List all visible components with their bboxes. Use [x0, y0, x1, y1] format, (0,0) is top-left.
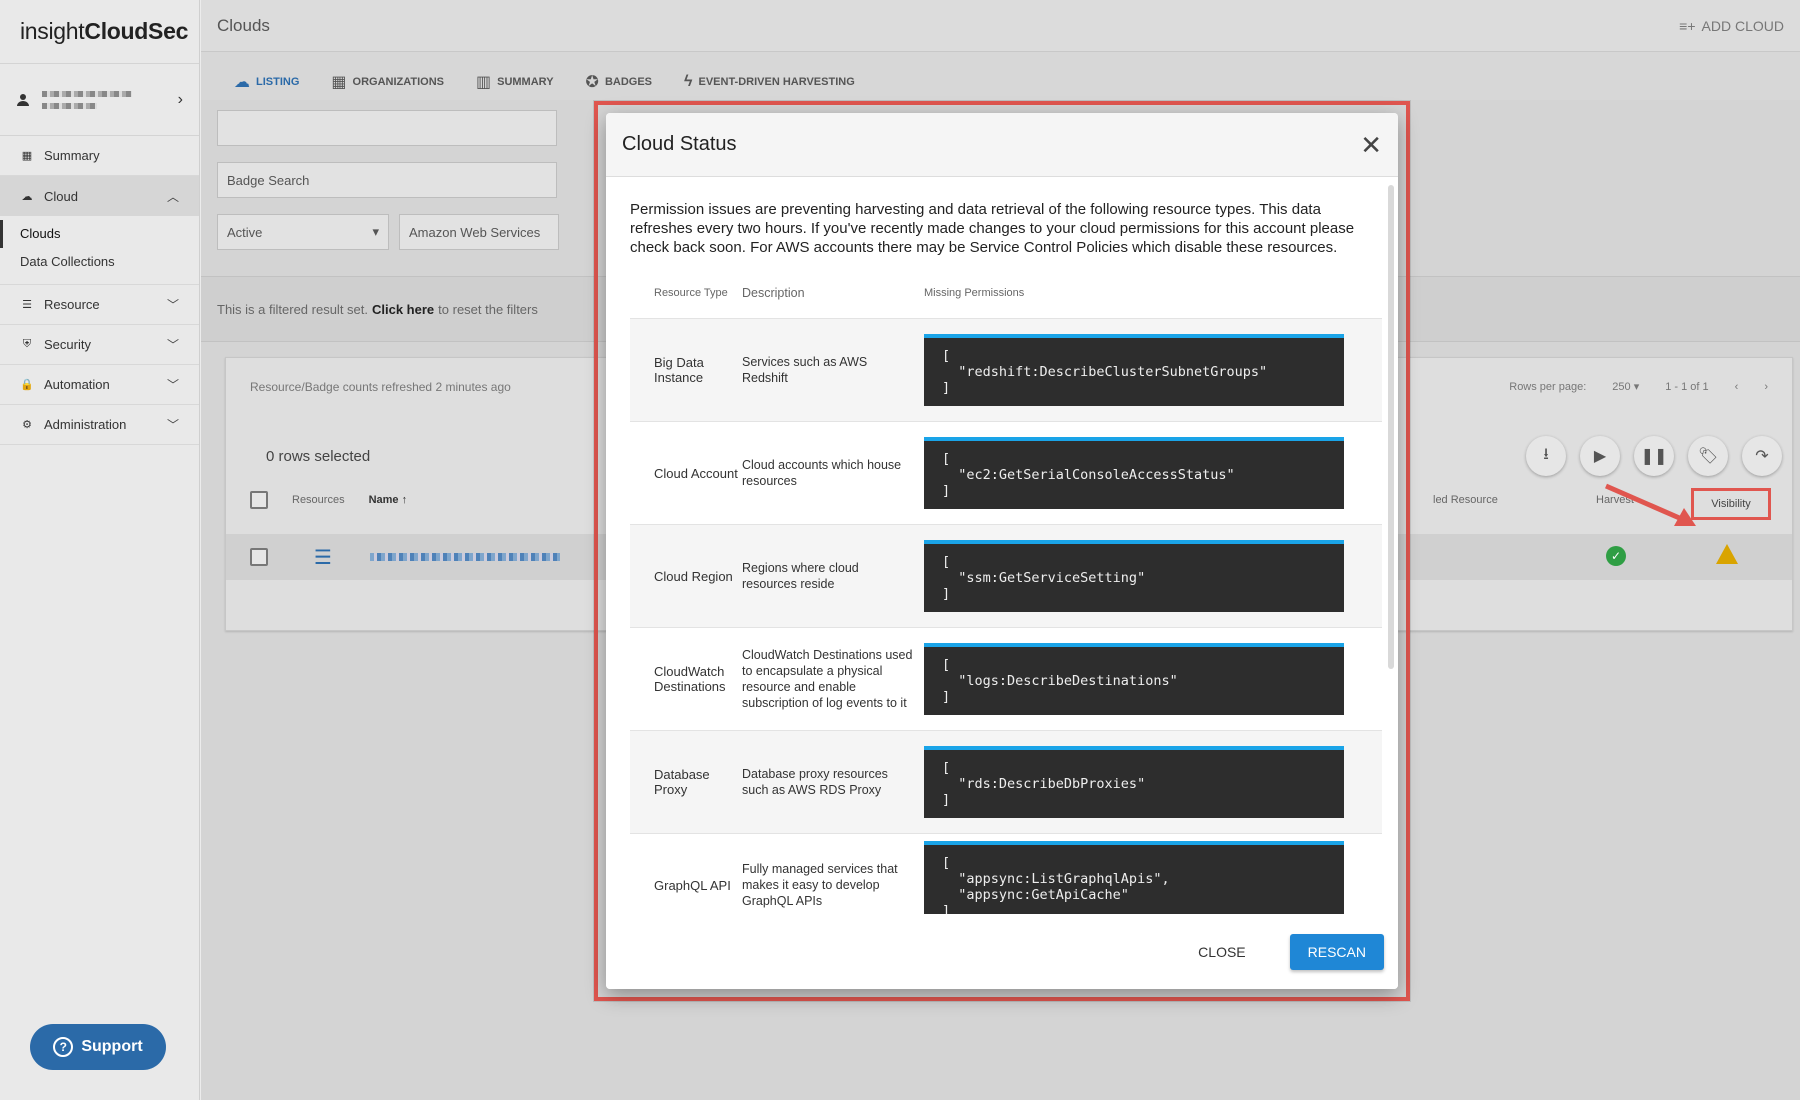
user-icon [17, 93, 29, 106]
caret-down-icon: ▾ [372, 224, 379, 239]
missing-permissions-code: [ "ssm:GetServiceSetting" ] [924, 540, 1344, 612]
row-checkbox[interactable] [250, 548, 268, 566]
permission-row: Cloud Region Regions where cloud resourc… [630, 525, 1382, 628]
lock-icon: 🔒 [20, 379, 34, 391]
select-all-checkbox[interactable] [250, 491, 268, 509]
refresh-status: Resource/Badge counts refreshed 2 minute… [250, 380, 511, 394]
permission-row: Big Data Instance Services such as AWS R… [630, 319, 1382, 422]
redo-icon[interactable]: ↷ [1742, 436, 1782, 476]
close-icon[interactable]: ✕ [1360, 132, 1382, 158]
modal-highlight-frame: Cloud Status ✕ Permission issues are pre… [594, 101, 1410, 1001]
missing-permissions-code: [ "ec2:GetSerialConsoleAccessStatus" ] [924, 437, 1344, 509]
missing-permissions-code: [ "logs:DescribeDestinations" ] [924, 643, 1344, 715]
grid-icon: ▦ [21, 150, 33, 162]
cloud-status-dialog: Cloud Status ✕ Permission issues are pre… [606, 113, 1398, 989]
tab-summary[interactable]: ▥ SUMMARY [476, 68, 554, 96]
question-icon: ? [53, 1037, 74, 1057]
bulk-actions: ⭳ ▶ ❚❚ 🏷 ↷ [1526, 436, 1782, 476]
chevron-up-icon: ︿ [166, 189, 179, 204]
cloud-name-redacted[interactable] [369, 553, 560, 561]
rows-per-page-select[interactable]: 250 ▾ [1612, 380, 1639, 393]
dialog-body: Permission issues are preventing harvest… [606, 178, 1398, 914]
tab-badges[interactable]: ✪ BADGES [586, 68, 652, 96]
sidebar-item-clouds[interactable]: Clouds [0, 220, 199, 248]
user-name-redacted [42, 85, 178, 115]
tab-listing[interactable]: ☁ LISTING [234, 68, 299, 96]
permission-row: GraphQL API Fully managed services that … [630, 834, 1382, 914]
sidebar-item-summary[interactable]: ▦ Summary [0, 136, 199, 176]
page-title: Clouds [217, 15, 270, 35]
dialog-title: Cloud Status [622, 133, 737, 155]
dialog-scrollbar[interactable] [1388, 185, 1394, 669]
sidebar-item-data-collections[interactable]: Data Collections [0, 248, 199, 276]
chevron-down-icon: ﹀ [166, 338, 179, 352]
permissions-header: Resource Type Description Missing Permis… [630, 267, 1382, 319]
gear-icon: ⚙ [22, 419, 32, 431]
harvest-ok-icon: ✓ [1606, 546, 1626, 566]
sidebar-nav: ▦ Summary ☁ Cloud ︿ Clouds Data Collecti… [0, 136, 199, 445]
sidebar-item-resource[interactable]: ☰ Resource ﹀ [0, 285, 199, 325]
cloud-icon: ☁ [21, 190, 33, 203]
sidebar-item-security[interactable]: ⛨ Security ﹀ [0, 325, 199, 365]
chevron-down-icon: ﹀ [166, 298, 179, 312]
support-button[interactable]: ? Support [30, 1024, 166, 1070]
annotation-arrow [1605, 483, 1696, 526]
rescan-button[interactable]: RESCAN [1289, 934, 1384, 970]
visibility-column-highlight: Visibility [1691, 488, 1771, 520]
tab-event-driven-harvesting[interactable]: ϟ EVENT-DRIVEN HARVESTING [684, 68, 855, 96]
provider-select[interactable]: Amazon Web Services [399, 214, 559, 250]
search-input[interactable] [217, 110, 557, 146]
add-cloud-button[interactable]: ≡+ ADD CLOUD [1679, 18, 1784, 34]
sidebar-item-administration[interactable]: ⚙ Administration ﹀ [0, 405, 199, 445]
missing-permissions-code: [ "appsync:ListGraphqlApis", "appsync:Ge… [924, 841, 1344, 914]
missing-permissions-code: [ "rds:DescribeDbProxies" ] [924, 746, 1344, 818]
chevron-down-icon: ﹀ [166, 378, 179, 392]
status-select[interactable]: Active ▾ [217, 214, 389, 250]
badge-search-input[interactable]: Badge Search [217, 162, 557, 198]
lightning-icon: ϟ [684, 73, 693, 90]
playlist-add-icon: ≡+ [1679, 17, 1696, 34]
dialog-header: Cloud Status ✕ [606, 113, 1398, 177]
sidebar-item-automation[interactable]: 🔒 Automation ﹀ [0, 365, 199, 405]
dialog-intro: Permission issues are preventing harvest… [630, 201, 1355, 256]
logo[interactable]: insight CloudSec [0, 0, 199, 64]
rows-selected-count: 0 rows selected [266, 448, 371, 465]
permission-row: Cloud Account Cloud accounts which house… [630, 422, 1382, 525]
server-icon: ☰ [314, 546, 332, 569]
close-button[interactable]: CLOSE [1176, 934, 1267, 970]
pagination: Rows per page: 250 ▾ 1 - 1 of 1 ‹ › [1509, 380, 1768, 394]
chevron-right-icon[interactable]: › [1764, 381, 1768, 393]
sidebar: insight CloudSec › ▦ Summary ☁ Cloud ︿ Cl… [0, 0, 200, 1100]
pause-icon[interactable]: ❚❚ [1634, 436, 1674, 476]
user-menu[interactable]: › [0, 64, 199, 136]
permission-row: Database Proxy Database proxy resources … [630, 731, 1382, 834]
play-icon[interactable]: ▶ [1580, 436, 1620, 476]
chevron-left-icon[interactable]: ‹ [1735, 381, 1739, 393]
download-icon[interactable]: ⭳ [1526, 436, 1566, 476]
tab-organizations[interactable]: ▦ ORGANIZATIONS [331, 68, 444, 96]
cloud-submenu: Clouds Data Collections [0, 216, 199, 285]
bar-chart-icon: ▥ [475, 74, 492, 91]
list-icon: ☰ [22, 299, 32, 311]
building-icon: ▦ [331, 74, 347, 91]
top-bar: Clouds ≡+ ADD CLOUD [201, 0, 1800, 52]
tag-icon[interactable]: 🏷 [1688, 436, 1728, 476]
shield-icon: ⛨ [22, 338, 32, 350]
badge-icon: ✪ [585, 74, 599, 91]
cloud-icon: ☁ [234, 74, 250, 91]
permission-row: CloudWatch Destinations CloudWatch Desti… [630, 628, 1382, 731]
missing-permissions-code: [ "redshift:DescribeClusterSubnetGroups"… [924, 334, 1344, 406]
visibility-warning-icon[interactable] [1716, 544, 1738, 564]
dialog-footer: CLOSE RESCAN [606, 915, 1398, 989]
reset-filters-link[interactable]: Click here [372, 302, 434, 317]
sidebar-item-cloud[interactable]: ☁ Cloud ︿ [0, 176, 199, 216]
tab-bar: ☁ LISTING ▦ ORGANIZATIONS ▥ SUMMARY ✪ BADGES… [201, 52, 1800, 100]
chevron-right-icon: › [177, 90, 183, 108]
permissions-table: Resource Type Description Missing Permis… [630, 267, 1382, 914]
chevron-down-icon: ﹀ [166, 418, 179, 432]
name-column-sort[interactable]: Name ↑ [369, 494, 408, 506]
